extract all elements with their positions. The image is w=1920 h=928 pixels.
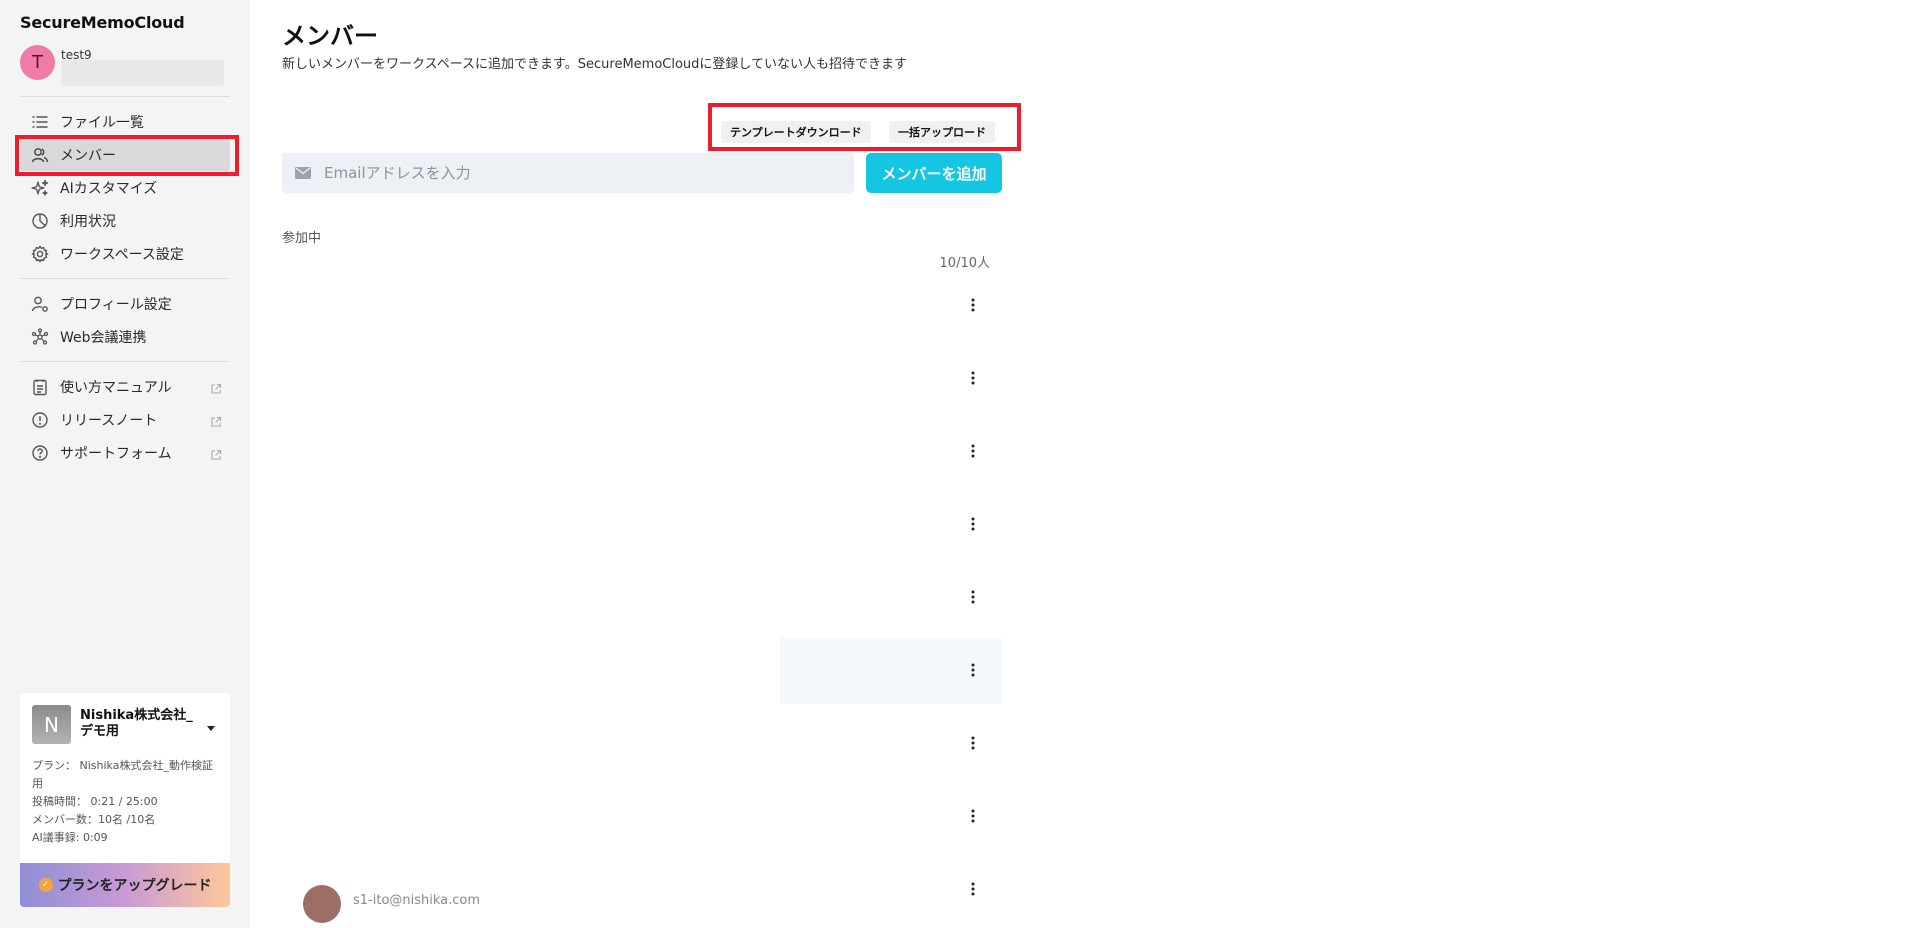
ai-minutes: AI議事録: 0:09 [32,831,108,844]
sidebar-item-label: リリースノート [60,412,158,429]
more-vert-icon[interactable] [961,366,985,390]
sidebar-item-support-form[interactable]: サポートフォーム [20,436,230,469]
sidebar-item-release-notes[interactable]: リリースノート [20,403,230,436]
check-badge-icon: ✓ [38,878,53,892]
user-avatar: T [20,45,55,80]
member-count-label: 10/10人 [939,256,990,271]
user-profile[interactable]: T test9 [20,45,225,89]
sidebar-item-manual[interactable]: 使い方マニュアル [20,370,230,403]
caret-down-icon[interactable] [206,717,216,736]
sidebar-item-label: ワークスペース設定 [60,246,184,263]
more-vert-icon[interactable] [961,439,985,463]
table-row[interactable] [282,273,1002,337]
table-row[interactable] [282,857,1002,921]
sidebar-item-label: AIカスタマイズ [60,180,158,197]
upgrade-label: プランをアップグレード [57,878,212,894]
more-vert-icon[interactable] [961,512,985,536]
sidebar-item-profile-settings[interactable]: プロフィール設定 [20,287,230,320]
table-row[interactable] [282,419,1002,483]
brand-logo[interactable]: SecureMemoCloud [20,13,185,32]
external-link-icon [210,380,222,399]
table-row[interactable] [282,711,1002,775]
more-vert-icon[interactable] [961,804,985,828]
table-row[interactable] [282,784,1002,848]
more-vert-icon[interactable] [961,658,985,682]
person-gear-icon [20,287,60,320]
workspace-plan-info: プラン： Nishika株式会社_動作検証用 投稿時間： 0:21 / 25:0… [32,757,222,847]
post-time: 投稿時間： 0:21 / 25:00 [32,795,158,808]
member-avatar [303,885,341,923]
table-row[interactable] [282,638,1002,702]
email-field[interactable] [282,153,854,193]
external-link-icon [210,446,222,465]
pie-chart-icon [20,204,60,237]
sidebar-item-label: プロフィール設定 [60,296,172,313]
sidebar-item-files[interactable]: ファイル一覧 [20,105,230,138]
user-email-placeholder [61,60,224,86]
table-row[interactable] [282,565,1002,629]
email-input[interactable] [324,164,824,182]
sidebar-item-label: 利用状況 [60,213,116,230]
section-label-active: 参加中 [282,231,322,246]
page-title: メンバー [282,22,378,50]
more-vert-icon[interactable] [961,585,985,609]
add-member-button[interactable]: メンバーを追加 [866,153,1002,193]
workspace-card: N Nishika株式会社_デモ用 プラン： Nishika株式会社_動作検証用… [20,693,230,907]
plan-line: プラン： Nishika株式会社_動作検証用 [32,759,213,790]
network-icon [20,320,60,353]
table-row[interactable] [282,346,1002,410]
external-link-icon [210,413,222,432]
upgrade-plan-button[interactable]: ✓ プランをアップグレード [20,863,230,907]
member-email: s1-ito@nishika.com [353,893,481,908]
list-icon [20,105,60,138]
clipboard-icon [20,370,60,403]
sidebar-item-label: サポートフォーム [60,445,172,462]
sidebar-item-label: 使い方マニュアル [60,379,172,396]
sidebar-item-web-meeting[interactable]: Web会議連携 [20,320,230,353]
member-count: メンバー数：10名 /10名 [32,813,156,826]
sidebar-item-label: ファイル一覧 [60,114,144,131]
divider [20,278,230,279]
sidebar-item-usage[interactable]: 利用状況 [20,204,230,237]
more-vert-icon[interactable] [961,293,985,317]
page-description: 新しいメンバーをワークスペースに追加できます。SecureMemoCloudに登… [282,57,908,72]
more-vert-icon[interactable] [961,731,985,755]
table-row[interactable] [282,492,1002,556]
highlight-box-upload-actions [708,103,1021,151]
help-circle-icon [20,436,60,469]
workspace-name[interactable]: Nishika株式会社_デモ用 [80,708,205,740]
more-vert-icon[interactable] [961,877,985,901]
sidebar-item-workspace-settings[interactable]: ワークスペース設定 [20,237,230,270]
workspace-avatar: N [32,705,71,744]
sidebar-item-label: Web会議連携 [60,329,147,346]
mail-icon [282,167,324,179]
gear-icon [20,237,60,270]
highlight-box-members [15,135,239,176]
alert-circle-icon [20,403,60,436]
divider [20,96,230,97]
divider [20,361,230,362]
